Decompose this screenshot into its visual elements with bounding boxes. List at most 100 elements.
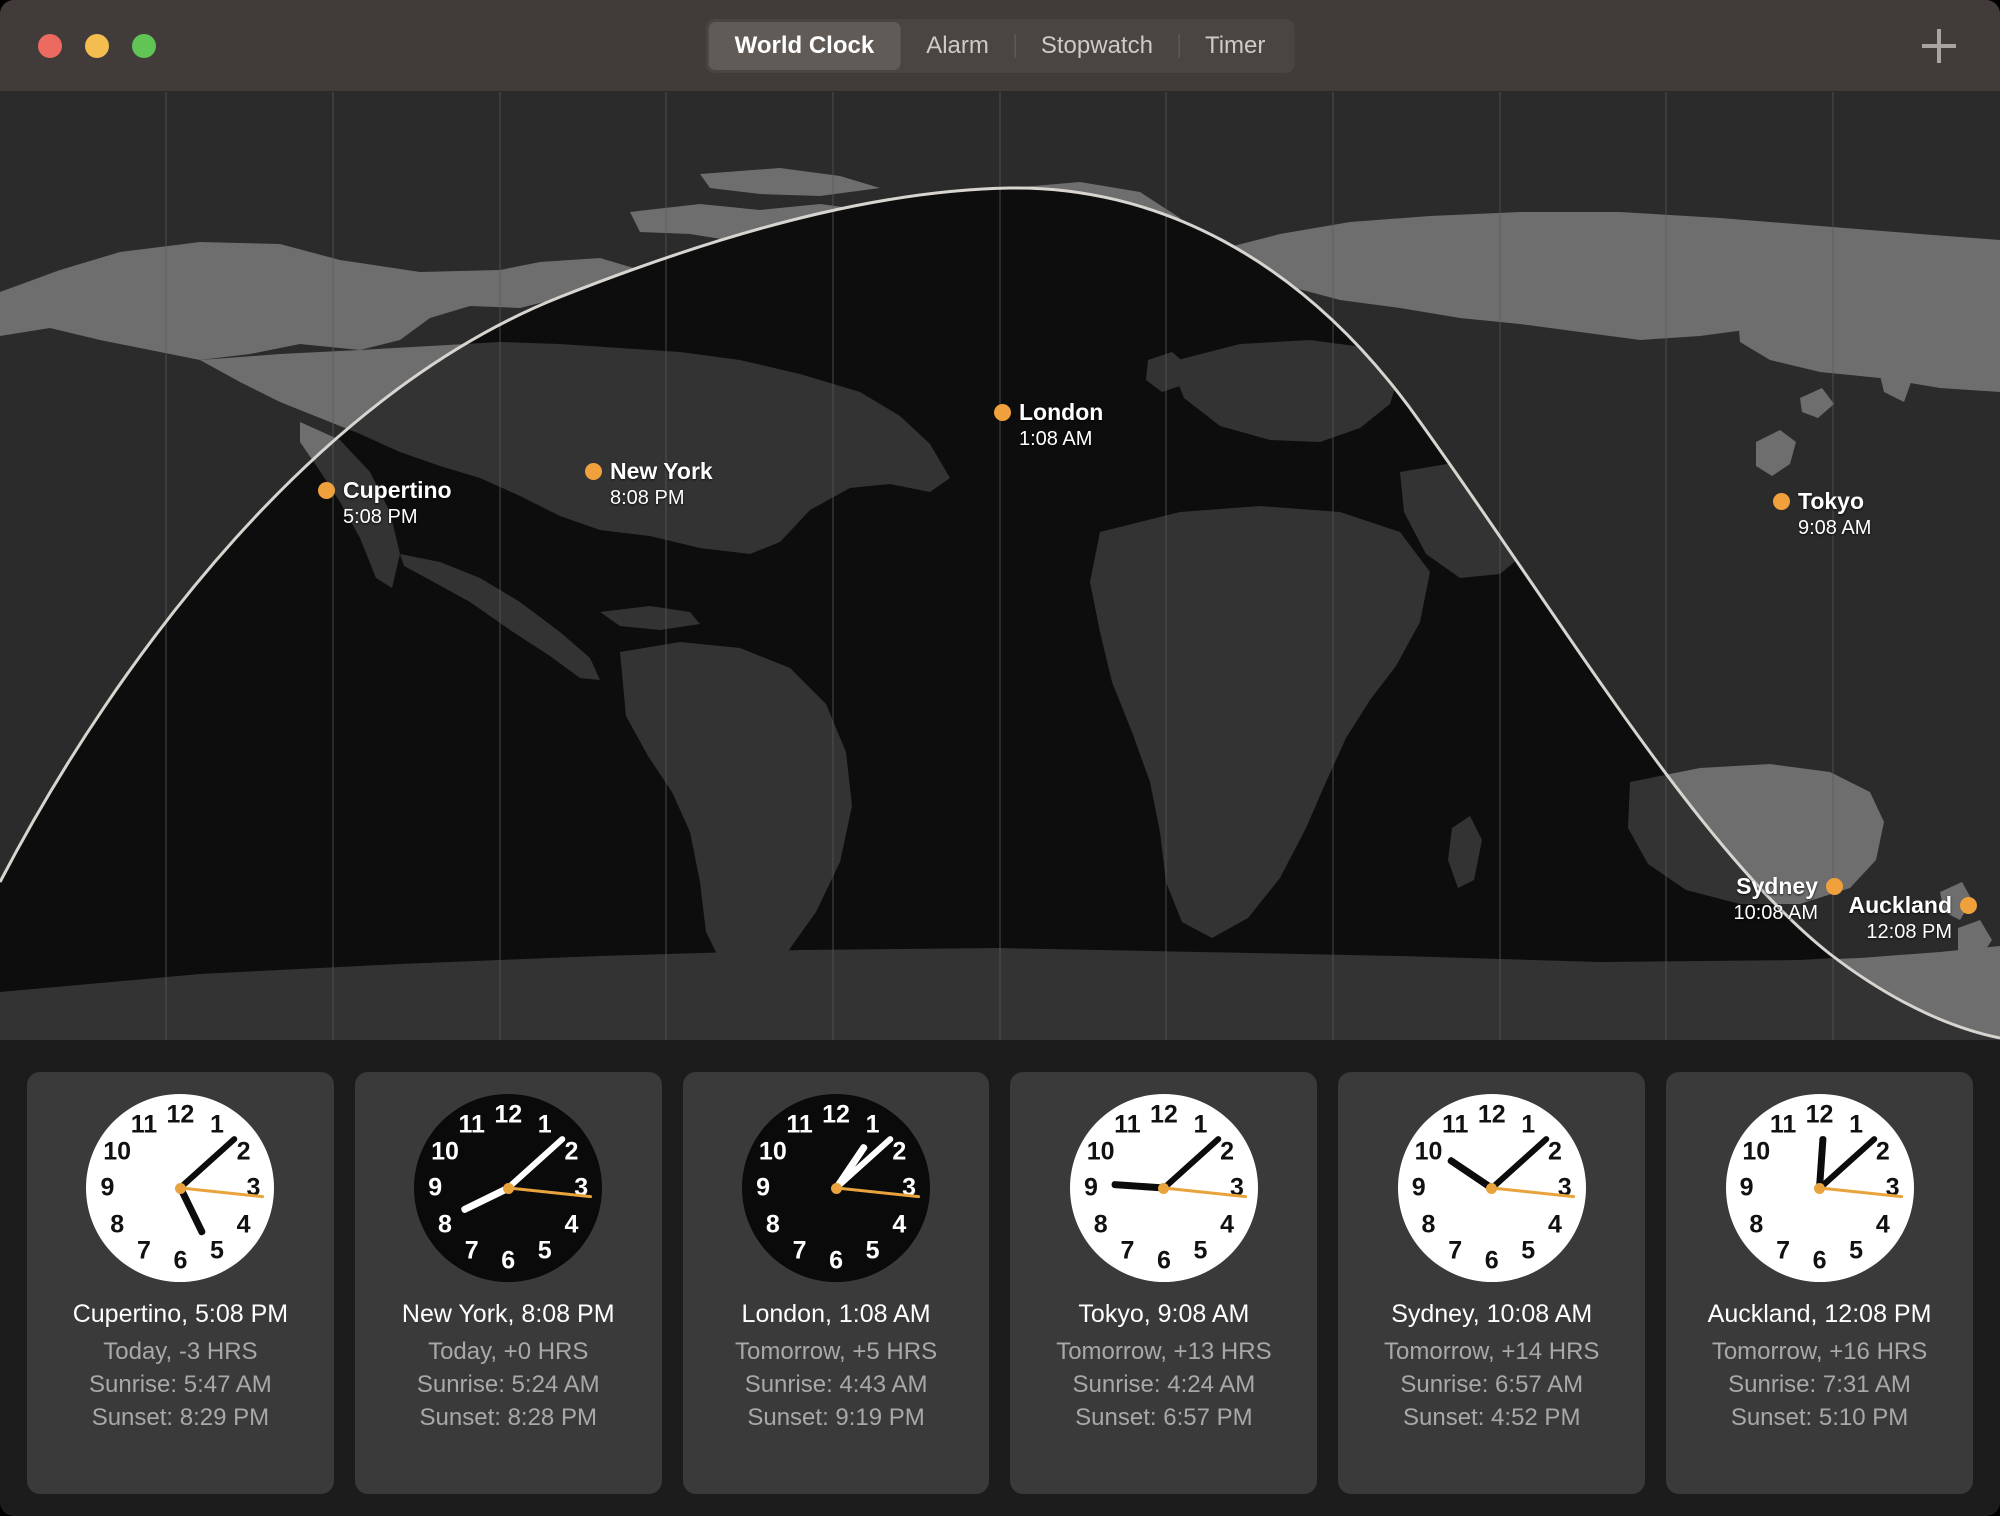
clock-numeral: 12: [822, 1103, 850, 1128]
clock-numeral: 8: [1422, 1212, 1436, 1237]
clock-numeral: 1: [866, 1112, 880, 1137]
clock-card-sunset: Sunset: 4:52 PM: [1384, 1401, 1599, 1434]
clock-numeral: 10: [759, 1139, 787, 1164]
clock-numeral: 8: [1749, 1212, 1763, 1237]
add-city-button[interactable]: [1922, 29, 1956, 63]
city-marker-dot-icon: [318, 482, 335, 499]
clock-card-cupertino[interactable]: 121234567891011Cupertino, 5:08 PMToday, …: [27, 1072, 334, 1494]
tab-stopwatch[interactable]: Stopwatch: [1015, 22, 1179, 70]
clock-numeral: 4: [565, 1212, 579, 1237]
clock-numeral: 5: [538, 1239, 552, 1264]
map-pin-sydney[interactable]: Sydney10:08 AM: [1733, 873, 1843, 925]
clock-card-sunset: Sunset: 8:28 PM: [402, 1401, 615, 1434]
clock-numeral: 10: [1087, 1139, 1115, 1164]
clock-numeral: 6: [1485, 1249, 1499, 1274]
close-window-button[interactable]: [38, 34, 62, 58]
map-pin-label: New York: [610, 458, 713, 485]
map-pin-cupertino[interactable]: Cupertino5:08 PM: [318, 477, 452, 529]
map-pin-time: 5:08 PM: [343, 506, 452, 529]
clock-numeral: 7: [137, 1239, 151, 1264]
city-marker-dot-icon: [1826, 878, 1843, 895]
traffic-lights: [38, 34, 156, 58]
clock-card-text: London, 1:08 AM Tomorrow, +5 HRSSunrise: …: [735, 1300, 937, 1434]
map-pin-time: 9:08 AM: [1798, 517, 1871, 540]
clock-numeral: 6: [1813, 1249, 1827, 1274]
clock-card-text: New York, 8:08 PMToday, +0 HRSSunrise: 5…: [402, 1300, 615, 1434]
minute-hand: [178, 1135, 238, 1190]
tab-alarm[interactable]: Alarm: [900, 22, 1015, 70]
clock-card-sunrise: Sunrise: 7:31 AM: [1708, 1368, 1932, 1401]
clock-numeral: 7: [1776, 1239, 1790, 1264]
clock-numeral: 6: [173, 1249, 187, 1274]
zoom-window-button[interactable]: [132, 34, 156, 58]
clock-face: 121234567891011: [1398, 1094, 1586, 1282]
clock-numeral: 8: [1094, 1212, 1108, 1237]
clock-card-offset: Today, +0 HRS: [402, 1335, 615, 1368]
clock-numeral: 1: [538, 1112, 552, 1137]
clock-numeral: 2: [892, 1139, 906, 1164]
clock-numeral: 1: [1521, 1112, 1535, 1137]
city-marker-dot-icon: [994, 404, 1011, 421]
clock-numeral: 7: [793, 1239, 807, 1264]
map-pin-tokyo[interactable]: Tokyo9:08 AM: [1773, 488, 1871, 540]
clock-face: 121234567891011: [86, 1094, 274, 1282]
clock-numeral: 12: [1806, 1103, 1834, 1128]
clock-numeral: 9: [1084, 1176, 1098, 1201]
clock-numeral: 5: [1521, 1239, 1535, 1264]
clock-center-pin-icon: [1158, 1183, 1169, 1194]
clock-card-text: Auckland, 12:08 PMTomorrow, +16 HRSSunri…: [1708, 1300, 1932, 1434]
clock-numeral: 11: [786, 1112, 812, 1137]
clock-numeral: 8: [110, 1212, 124, 1237]
clock-numeral: 5: [866, 1239, 880, 1264]
clock-numeral: 9: [100, 1176, 114, 1201]
clock-card-london[interactable]: 121234567891011London, 1:08 AMTomorrow, …: [683, 1072, 990, 1494]
map-pin-label: Sydney: [1736, 873, 1818, 900]
clock-card-sunrise: Sunrise: 4:24 AM: [1056, 1368, 1271, 1401]
clock-numeral: 8: [438, 1212, 452, 1237]
clock-card-sunset: Sunset: 9:19 PM: [735, 1401, 937, 1434]
clock-numeral: 9: [1740, 1176, 1754, 1201]
clock-card-sunrise: Sunrise: 4:43 AM: [735, 1368, 937, 1401]
clock-card-strip: 121234567891011Cupertino, 5:08 PMToday, …: [0, 1040, 2000, 1516]
clock-card-offset: Today, -3 HRS: [73, 1335, 288, 1368]
map-pin-new-york[interactable]: New York8:08 PM: [585, 458, 713, 510]
city-marker-dot-icon: [1773, 493, 1790, 510]
tab-world-clock[interactable]: World Clock: [709, 22, 901, 70]
clock-card-title: New York, 8:08 PM: [402, 1300, 615, 1329]
clock-numeral: 4: [1548, 1212, 1562, 1237]
map-pin-time: 10:08 AM: [1733, 902, 1818, 925]
map-pin-label: Cupertino: [343, 477, 452, 504]
clock-numeral: 12: [1478, 1103, 1506, 1128]
clock-numeral: 2: [1876, 1139, 1890, 1164]
map-pin-label: London: [1019, 399, 1103, 426]
world-map[interactable]: Cupertino5:08 PM New York8:08 PM London1:0…: [0, 92, 2000, 1040]
clock-numeral: 11: [1770, 1112, 1796, 1137]
clock-card-offset: Tomorrow, +5 HRS: [735, 1335, 937, 1368]
clock-card-auckland[interactable]: 121234567891011Auckland, 12:08 PMTomorro…: [1666, 1072, 1973, 1494]
clock-numeral: 11: [131, 1112, 157, 1137]
clock-numeral: 7: [1448, 1239, 1462, 1264]
clock-face: 121234567891011: [1070, 1094, 1258, 1282]
map-pin-time: 1:08 AM: [1019, 428, 1103, 451]
clock-numeral: 6: [1157, 1249, 1171, 1274]
clock-numeral: 5: [1849, 1239, 1863, 1264]
clock-card-sydney[interactable]: 121234567891011Sydney, 10:08 AMTomorrow,…: [1338, 1072, 1645, 1494]
map-pin-auckland[interactable]: Auckland12:08 PM: [1848, 892, 1977, 944]
clock-card-title: London, 1:08 AM: [735, 1300, 937, 1329]
clock-numeral: 12: [1150, 1103, 1178, 1128]
clock-card-title: Sydney, 10:08 AM: [1384, 1300, 1599, 1329]
map-pin-london[interactable]: London1:08 AM: [994, 399, 1103, 451]
tab-timer[interactable]: Timer: [1179, 22, 1291, 70]
world-map-graphic: [0, 92, 2000, 1040]
minimize-window-button[interactable]: [85, 34, 109, 58]
clock-card-new-york[interactable]: 121234567891011New York, 8:08 PMToday, +…: [355, 1072, 662, 1494]
clock-numeral: 4: [237, 1212, 251, 1237]
clock-numeral: 1: [210, 1112, 224, 1137]
clock-numeral: 4: [1876, 1212, 1890, 1237]
clock-card-text: Tokyo, 9:08 AMTomorrow, +13 HRSSunrise: …: [1056, 1300, 1271, 1434]
clock-numeral: 12: [494, 1103, 522, 1128]
clock-numeral: 2: [565, 1139, 579, 1164]
clock-card-tokyo[interactable]: 121234567891011Tokyo, 9:08 AMTomorrow, +…: [1010, 1072, 1317, 1494]
clock-numeral: 8: [766, 1212, 780, 1237]
minute-hand: [1490, 1135, 1550, 1190]
